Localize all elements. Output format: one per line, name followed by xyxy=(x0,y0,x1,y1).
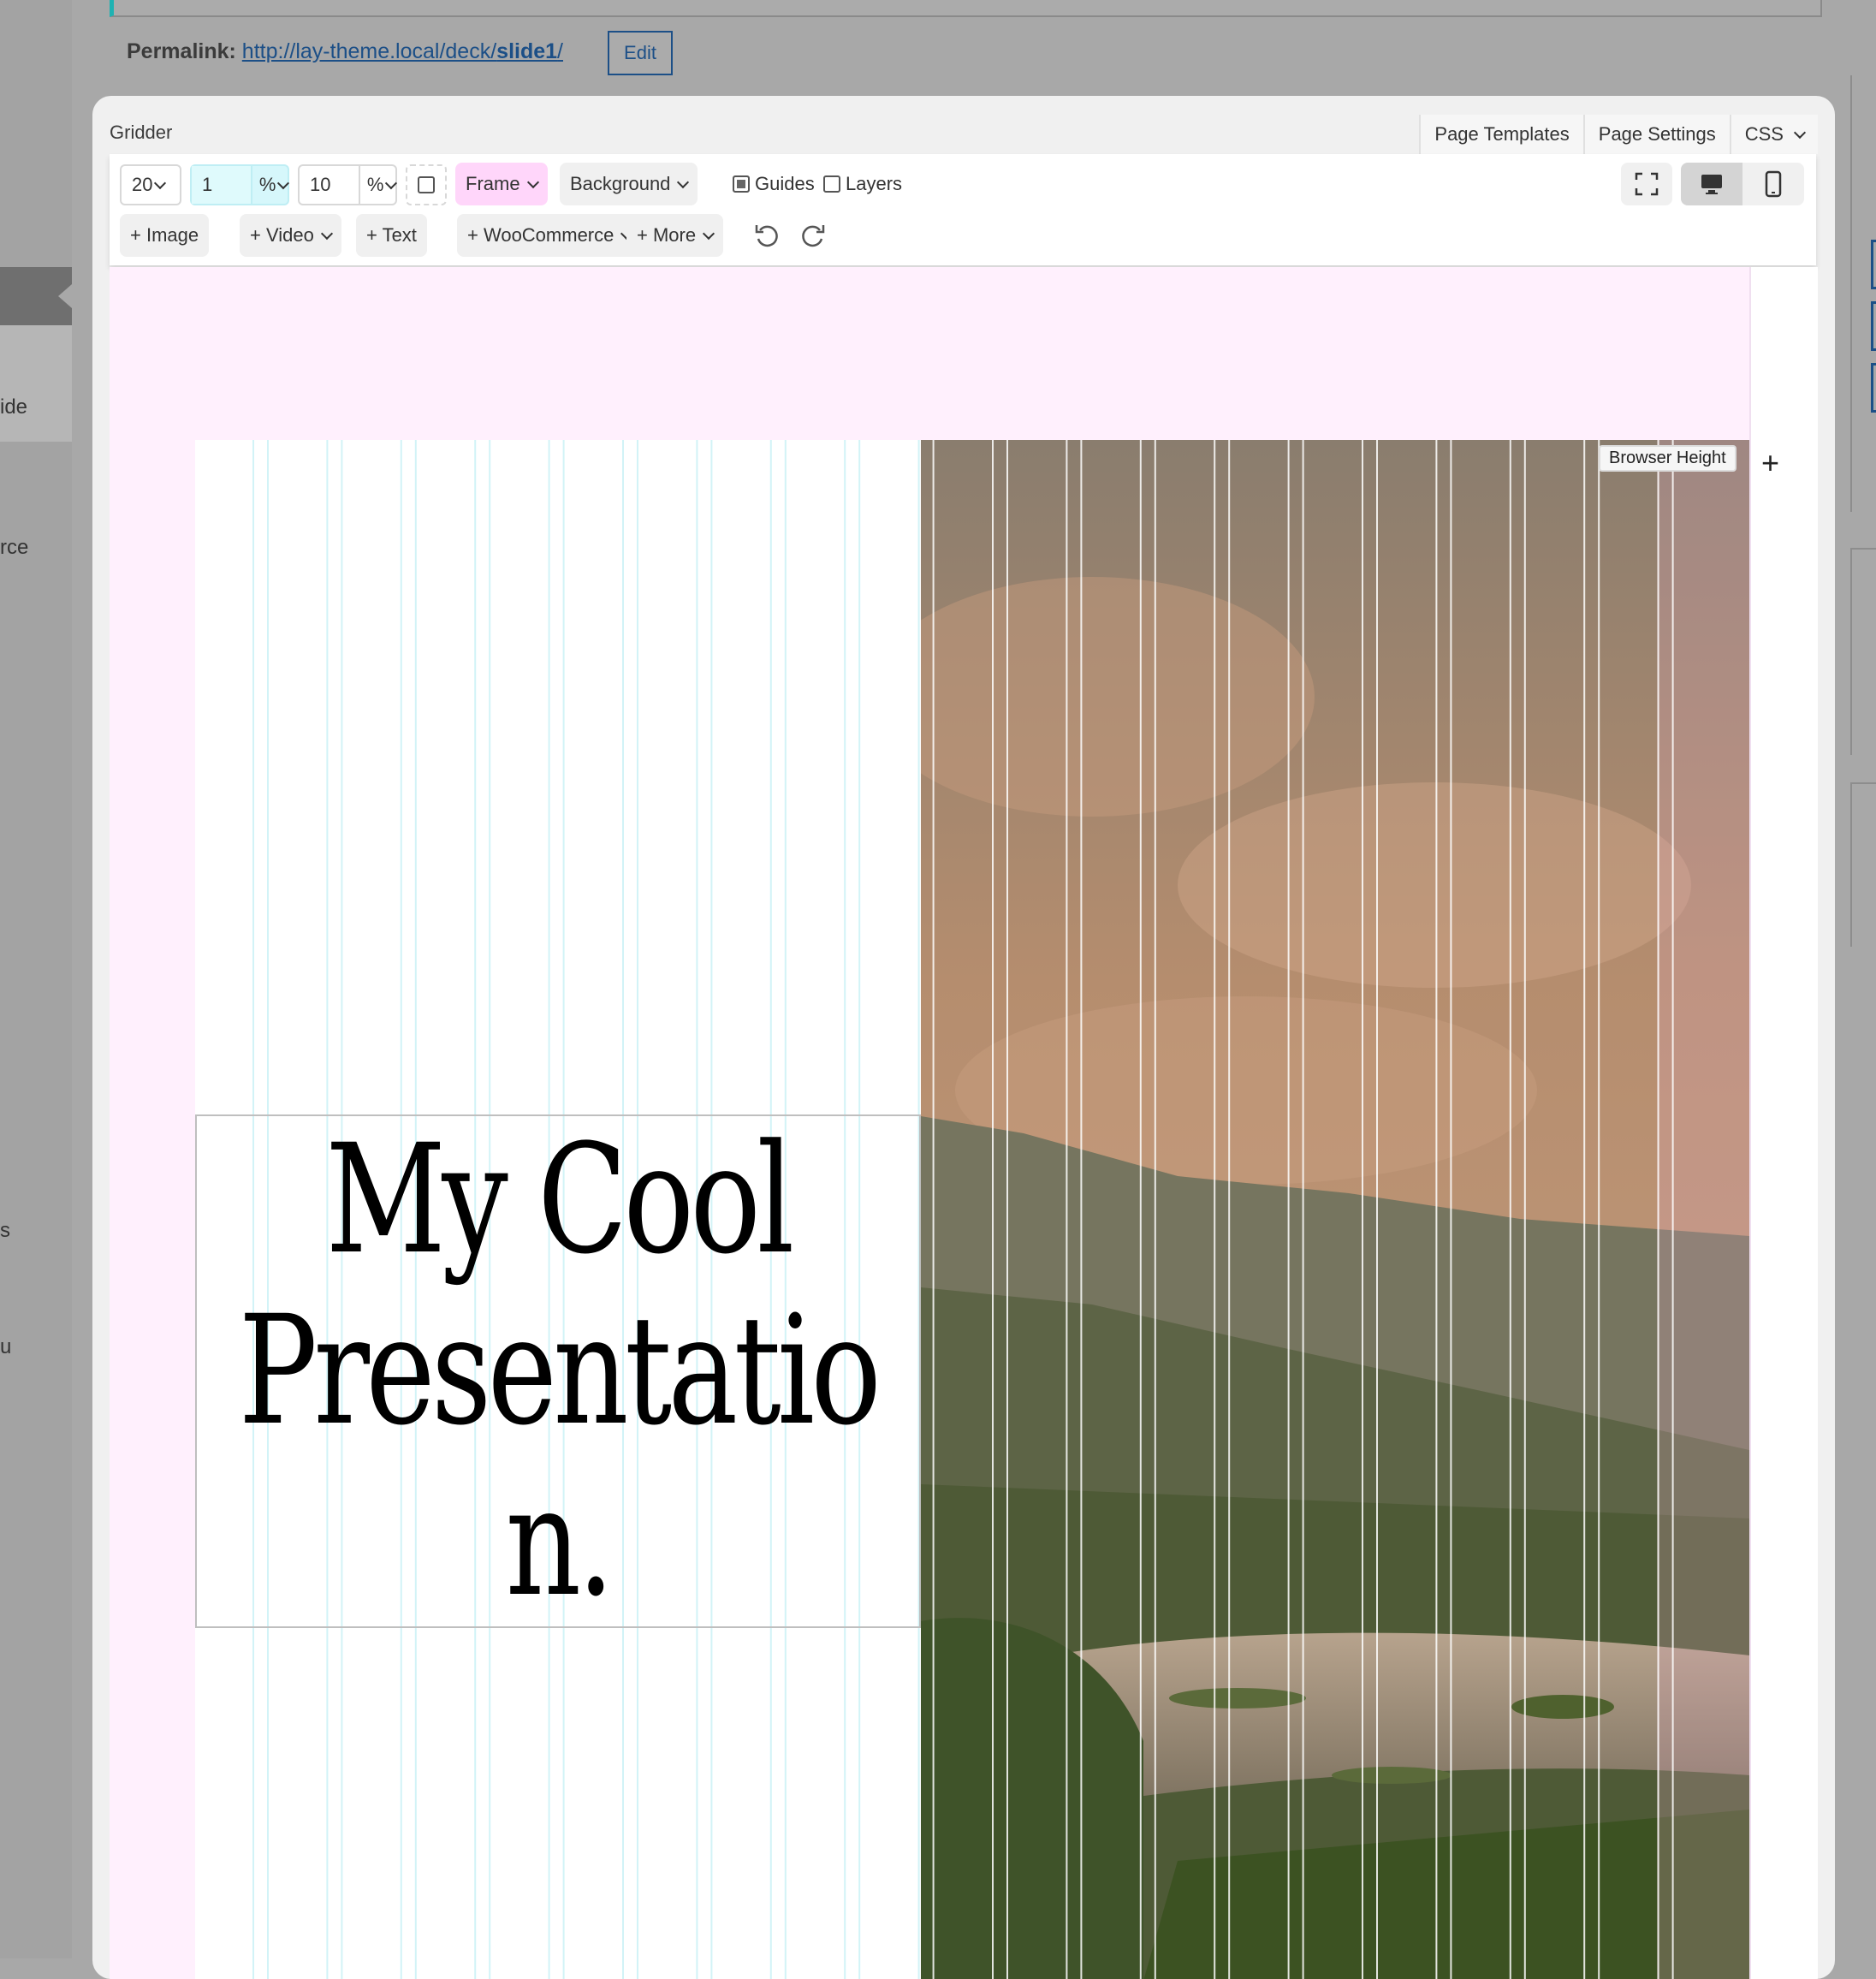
sidebar-item-fragment[interactable]: u xyxy=(0,1335,51,1359)
frame-input[interactable]: 10 xyxy=(300,166,360,204)
checkbox-checked[interactable] xyxy=(733,175,750,193)
add-row-button[interactable]: + xyxy=(1761,445,1779,481)
add-woocommerce-button[interactable]: + WooCommerce xyxy=(457,214,642,257)
square-icon xyxy=(418,176,435,193)
right-panel-field[interactable] xyxy=(1871,240,1876,289)
tab-page-templates[interactable]: Page Templates xyxy=(1419,115,1583,154)
chevron-down-icon xyxy=(703,227,715,241)
sidebar-submenu xyxy=(0,325,72,442)
permalink-edit-button[interactable]: Edit xyxy=(608,31,673,75)
landscape-photo xyxy=(921,440,1749,1979)
background-dropdown[interactable]: Background xyxy=(560,163,698,205)
right-panel xyxy=(1850,75,1876,512)
guides-checkbox[interactable]: Guides xyxy=(722,163,825,205)
chevron-down-icon xyxy=(1793,126,1807,140)
mobile-view-button[interactable] xyxy=(1742,163,1804,205)
gap-input[interactable]: 1 xyxy=(192,166,252,204)
right-panel-field[interactable] xyxy=(1871,363,1876,413)
permalink-link[interactable]: http://lay-theme.local/deck/slide1/ xyxy=(242,39,563,63)
layers-checkbox[interactable]: Layers xyxy=(813,163,912,205)
chevron-down-icon xyxy=(277,177,290,189)
permalink: Permalink: http://lay-theme.local/deck/s… xyxy=(127,39,563,64)
sidebar-active-item[interactable] xyxy=(0,267,72,325)
right-panel-field[interactable] xyxy=(1871,301,1876,351)
frame-field[interactable]: 10 % xyxy=(298,164,398,205)
fullscreen-icon xyxy=(1635,172,1659,196)
sidebar-item-fragment[interactable]: s xyxy=(0,1219,51,1243)
add-more-button[interactable]: + More xyxy=(626,214,724,257)
sidebar-item-fragment[interactable]: ide xyxy=(0,395,51,419)
tab-css[interactable]: CSS xyxy=(1729,115,1818,154)
right-panel-box xyxy=(1850,782,1876,947)
permalink-label: Permalink: xyxy=(127,39,236,63)
desktop-view-button[interactable] xyxy=(1681,163,1742,205)
gridder-modal: Gridder Page Templates Page Settings CSS… xyxy=(92,96,1835,1979)
frame-toggle-button[interactable] xyxy=(406,164,447,205)
fullscreen-button[interactable] xyxy=(1621,163,1672,205)
right-panel-box xyxy=(1850,548,1876,755)
mobile-icon xyxy=(1765,170,1782,198)
browser-height-badge[interactable]: Browser Height xyxy=(1599,445,1736,472)
redo-button[interactable] xyxy=(789,214,837,257)
add-image-button[interactable]: + Image xyxy=(120,214,210,257)
frame-unit-select[interactable]: % xyxy=(360,174,384,196)
undo-icon xyxy=(755,225,778,247)
landscape-image[interactable] xyxy=(921,440,1749,1979)
tab-page-settings[interactable]: Page Settings xyxy=(1582,115,1730,154)
presentation-title: My Cool Presentatio n. xyxy=(238,1112,882,1630)
modal-title: Gridder xyxy=(110,122,173,143)
chevron-down-icon xyxy=(154,176,167,190)
desktop-icon xyxy=(1701,175,1722,194)
redo-icon xyxy=(802,225,825,247)
sidebar-item-fragment[interactable]: rce xyxy=(0,536,51,560)
modal-tabs: Page Templates Page Settings CSS xyxy=(1419,115,1818,154)
post-title-input[interactable] xyxy=(110,0,1822,17)
chevron-down-icon xyxy=(677,175,690,189)
chevron-down-icon xyxy=(526,175,539,189)
row-controls-gutter xyxy=(1749,267,1818,1979)
add-text-button[interactable]: + Text xyxy=(356,214,427,257)
chevron-down-icon xyxy=(385,177,398,189)
columns-select[interactable]: 20 xyxy=(120,164,181,205)
add-video-button[interactable]: + Video xyxy=(240,214,341,257)
gap-field[interactable]: 1 % xyxy=(190,164,290,205)
undo-button[interactable] xyxy=(743,214,791,257)
chevron-down-icon xyxy=(320,227,333,241)
frame-dropdown[interactable]: Frame xyxy=(455,163,548,205)
gap-unit-select[interactable]: % xyxy=(252,174,276,196)
checkbox-unchecked[interactable] xyxy=(823,175,840,193)
title-text-box[interactable]: My Cool Presentatio n. xyxy=(195,1114,921,1628)
gridder-toolbar: 20 1 % 10 % Frame Background Guides Laye… xyxy=(110,154,1816,265)
